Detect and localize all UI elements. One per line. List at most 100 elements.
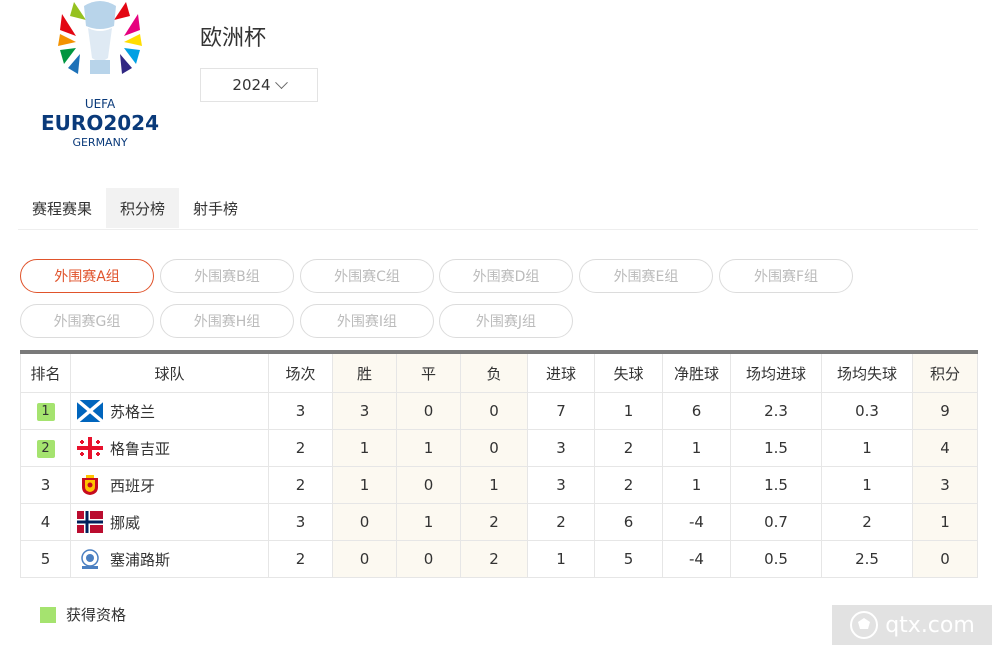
played-cell: 2	[268, 540, 333, 578]
played-cell: 2	[268, 429, 333, 467]
team-name: 苏格兰	[110, 402, 156, 421]
tab-standings[interactable]: 积分榜	[106, 188, 180, 228]
qualified-rank-badge: 1	[36, 403, 55, 421]
win-cell: 1	[332, 466, 397, 504]
gd-cell: -4	[662, 540, 731, 578]
header-win: 胜	[332, 351, 397, 393]
rank-cell: 2	[20, 429, 71, 467]
avg-gf-cell: 0.5	[730, 540, 822, 578]
avg-gf-cell: 1.5	[730, 466, 822, 504]
header-rank: 排名	[20, 351, 71, 393]
table-row: 3 西班牙 2 1 0 1 3 2 1 1.5 1 3	[20, 466, 978, 504]
qualified-swatch	[40, 606, 56, 623]
site-watermark: qtx.com	[832, 605, 992, 645]
team-name: 塞浦路斯	[110, 550, 171, 569]
group-pill-b[interactable]: 外围赛B组	[160, 259, 294, 293]
team-cell[interactable]: 塞浦路斯	[70, 540, 269, 578]
qualification-legend: 获得资格	[40, 604, 126, 625]
qualified-rank-badge: 2	[36, 440, 55, 458]
avg-ga-cell: 1	[821, 466, 913, 504]
group-pill-d[interactable]: 外围赛D组	[439, 259, 573, 293]
win-cell: 0	[332, 503, 397, 541]
ga-cell: 5	[594, 540, 663, 578]
table-row: 4 挪威 3 0 1 2 2 6 -4 0.7 2 1	[20, 503, 978, 541]
gf-cell: 3	[527, 466, 595, 504]
tab-top-scorers[interactable]: 射手榜	[179, 188, 252, 228]
tab-label: 赛程赛果	[32, 199, 93, 218]
gd-cell: 1	[662, 466, 731, 504]
ga-cell: 6	[594, 503, 663, 541]
win-cell: 1	[332, 429, 397, 467]
loss-cell: 0	[460, 392, 528, 430]
points-cell: 0	[912, 540, 978, 578]
draw-cell: 0	[396, 540, 461, 578]
gd-cell: 6	[662, 392, 731, 430]
loss-cell: 2	[460, 503, 528, 541]
scotland-flag-icon	[77, 400, 103, 422]
tab-label: 射手榜	[193, 199, 239, 218]
team-cell[interactable]: 西班牙	[70, 466, 269, 504]
group-pill-a[interactable]: 外围赛A组	[20, 259, 154, 293]
loss-cell: 1	[460, 466, 528, 504]
draw-cell: 0	[396, 392, 461, 430]
rank-cell: 4	[20, 503, 71, 541]
points-cell: 3	[912, 466, 978, 504]
header-goals-against: 失球	[594, 351, 663, 393]
group-pill-c[interactable]: 外围赛C组	[300, 259, 434, 293]
gf-cell: 2	[527, 503, 595, 541]
logo-host-text: GERMANY	[72, 136, 127, 149]
group-pill-e[interactable]: 外围赛E组	[579, 259, 713, 293]
spain-crest-icon	[82, 475, 98, 495]
group-pill-f[interactable]: 外围赛F组	[719, 259, 853, 293]
draw-cell: 1	[396, 503, 461, 541]
table-header-row: 排名 球队 场次 胜 平 负 进球 失球 净胜球 场均进球 场均失球 积分	[20, 351, 978, 393]
gd-cell: -4	[662, 503, 731, 541]
standings-table: 排名 球队 场次 胜 平 负 进球 失球 净胜球 场均进球 场均失球 积分 1 …	[20, 350, 978, 578]
avg-gf-cell: 0.7	[730, 503, 822, 541]
group-pill-j[interactable]: 外围赛J组	[439, 304, 573, 338]
gf-cell: 3	[527, 429, 595, 467]
team-name: 格鲁吉亚	[110, 439, 171, 458]
header-loss: 负	[460, 351, 528, 393]
logo-brand-text: UEFA	[85, 97, 116, 111]
main-tabs: 赛程赛果 积分榜 射手榜	[18, 188, 978, 230]
header-goal-diff: 净胜球	[662, 351, 731, 393]
group-pill-h[interactable]: 外围赛H组	[160, 304, 294, 338]
cyprus-crest-icon	[81, 549, 99, 569]
watermark-text: qtx.com	[885, 612, 975, 638]
georgia-flag-icon	[77, 437, 103, 459]
team-cell[interactable]: 挪威	[70, 503, 269, 541]
competition-title: 欧洲杯	[200, 26, 267, 51]
avg-gf-cell: 1.5	[730, 429, 822, 467]
logo-name-text: EURO2024	[41, 111, 159, 135]
header-draw: 平	[396, 351, 461, 393]
loss-cell: 2	[460, 540, 528, 578]
team-cell[interactable]: 苏格兰	[70, 392, 269, 430]
header-played: 场次	[268, 351, 333, 393]
played-cell: 3	[268, 392, 333, 430]
points-cell: 9	[912, 392, 978, 430]
season-value: 2024	[232, 76, 271, 94]
table-row: 1 苏格兰 3 3 0 0 7 1 6 2.3 0.3 9	[20, 392, 978, 430]
season-dropdown[interactable]: 2024	[200, 68, 318, 102]
team-cell[interactable]: 格鲁吉亚	[70, 429, 269, 467]
team-name: 西班牙	[110, 476, 156, 495]
ga-cell: 2	[594, 466, 663, 504]
trophy-logo-icon: UEFA EURO2024 GERMANY	[41, 1, 159, 149]
group-pill-i[interactable]: 外围赛I组	[300, 304, 434, 338]
loss-cell: 0	[460, 429, 528, 467]
win-cell: 3	[332, 392, 397, 430]
tab-label: 积分榜	[120, 199, 166, 218]
tab-schedule[interactable]: 赛程赛果	[18, 188, 106, 228]
euro2024-logo: UEFA EURO2024 GERMANY	[30, 0, 170, 152]
avg-ga-cell: 2	[821, 503, 913, 541]
legend-label: 获得资格	[66, 606, 127, 624]
gf-cell: 1	[527, 540, 595, 578]
rank-cell: 1	[20, 392, 71, 430]
group-pill-g[interactable]: 外围赛G组	[20, 304, 154, 338]
header-team: 球队	[70, 351, 269, 393]
avg-ga-cell: 0.3	[821, 392, 913, 430]
ga-cell: 1	[594, 392, 663, 430]
points-cell: 4	[912, 429, 978, 467]
rank-cell: 3	[20, 466, 71, 504]
